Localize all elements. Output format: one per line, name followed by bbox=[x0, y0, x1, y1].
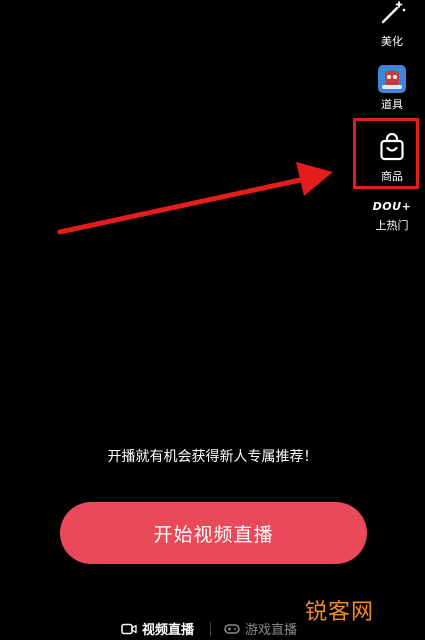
site-watermark: 锐客网 bbox=[305, 600, 375, 625]
tab-video-live[interactable]: 视频直播 bbox=[121, 619, 194, 638]
dou-plus-tool-button[interactable]: DOU+ 上热门 bbox=[362, 200, 422, 231]
robot-sticker-icon bbox=[378, 65, 406, 93]
gamepad-icon bbox=[224, 623, 240, 635]
tab-game-live[interactable]: 游戏直播 bbox=[224, 619, 297, 638]
start-video-live-button[interactable]: 开始视频直播 bbox=[60, 502, 367, 564]
tab-divider bbox=[210, 622, 211, 636]
props-tool-button[interactable]: 道具 bbox=[362, 65, 422, 110]
tab-video-live-label: 视频直播 bbox=[142, 623, 195, 638]
new-streamer-promo-text: 开播就有机会获得新人专属推荐！ bbox=[107, 449, 318, 465]
magic-wand-icon bbox=[378, 0, 406, 30]
goods-label: 商品 bbox=[381, 170, 403, 183]
video-camera-icon bbox=[121, 623, 137, 635]
dou-plus-logo: DOU+ bbox=[372, 200, 412, 213]
hot-label: 上热门 bbox=[375, 219, 409, 232]
tab-game-live-label: 游戏直播 bbox=[245, 623, 298, 638]
goods-tool-button[interactable]: 商品 bbox=[362, 132, 422, 183]
props-label: 道具 bbox=[381, 98, 403, 111]
shopping-bag-icon bbox=[379, 132, 405, 165]
beauty-tool-button[interactable]: 美化 bbox=[362, 0, 422, 47]
beauty-label: 美化 bbox=[381, 35, 403, 48]
